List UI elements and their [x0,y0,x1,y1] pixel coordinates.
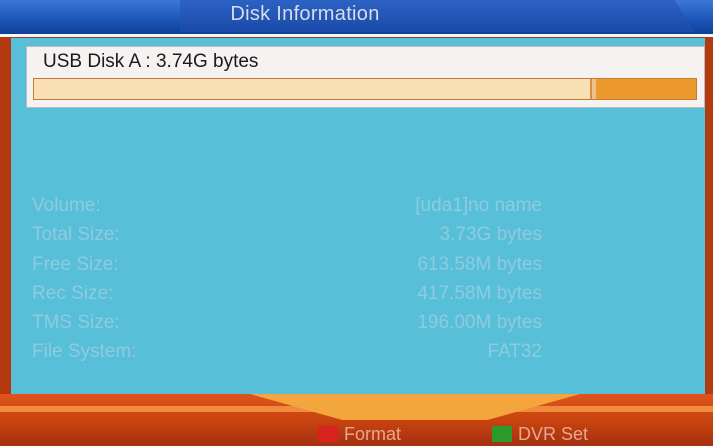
info-row-free-size: Free Size: 613.58M bytes [11,254,705,284]
info-label: File System: [32,341,137,362]
info-row-volume: Volume: [uda1]no name [11,195,705,225]
dvr-screen: Disk Information USB Disk A : 3.74G byte… [0,0,713,446]
info-label: Rec Size: [32,283,114,304]
format-button-label: Format [344,423,402,444]
disk-usage-bar [33,78,697,100]
info-label: Total Size: [32,224,120,245]
info-row-total-size: Total Size: 3.73G bytes [11,224,705,254]
footer-bar: Format DVR Set [0,394,713,446]
info-label: Free Size: [32,254,119,275]
disk-label: USB Disk A : 3.74G bytes [43,51,259,72]
dvr-set-button[interactable]: DVR Set [492,424,588,444]
info-label: TMS Size: [32,312,120,333]
page-title: Disk Information [230,3,380,25]
info-label: Volume: [32,195,101,216]
info-value: FAT32 [487,341,542,362]
dvr-set-button-label: DVR Set [518,423,589,444]
info-value: [uda1]no name [415,195,542,216]
format-button[interactable]: Format [318,424,401,444]
footer-wedge [250,394,580,420]
info-value: 196.00M bytes [417,312,542,333]
info-row-tms-size: TMS Size: 196.00M bytes [11,312,705,342]
info-value: 613.58M bytes [417,254,542,275]
green-key-icon [492,426,512,442]
disk-usage-fill [34,79,593,99]
red-key-icon [318,426,338,442]
info-value: 417.58M bytes [417,283,542,304]
header-bar: Disk Information [0,0,713,37]
info-value: 3.73G bytes [439,224,542,245]
info-row-rec-size: Rec Size: 417.58M bytes [11,283,705,313]
info-row-file-system: File System: FAT32 [11,341,705,371]
